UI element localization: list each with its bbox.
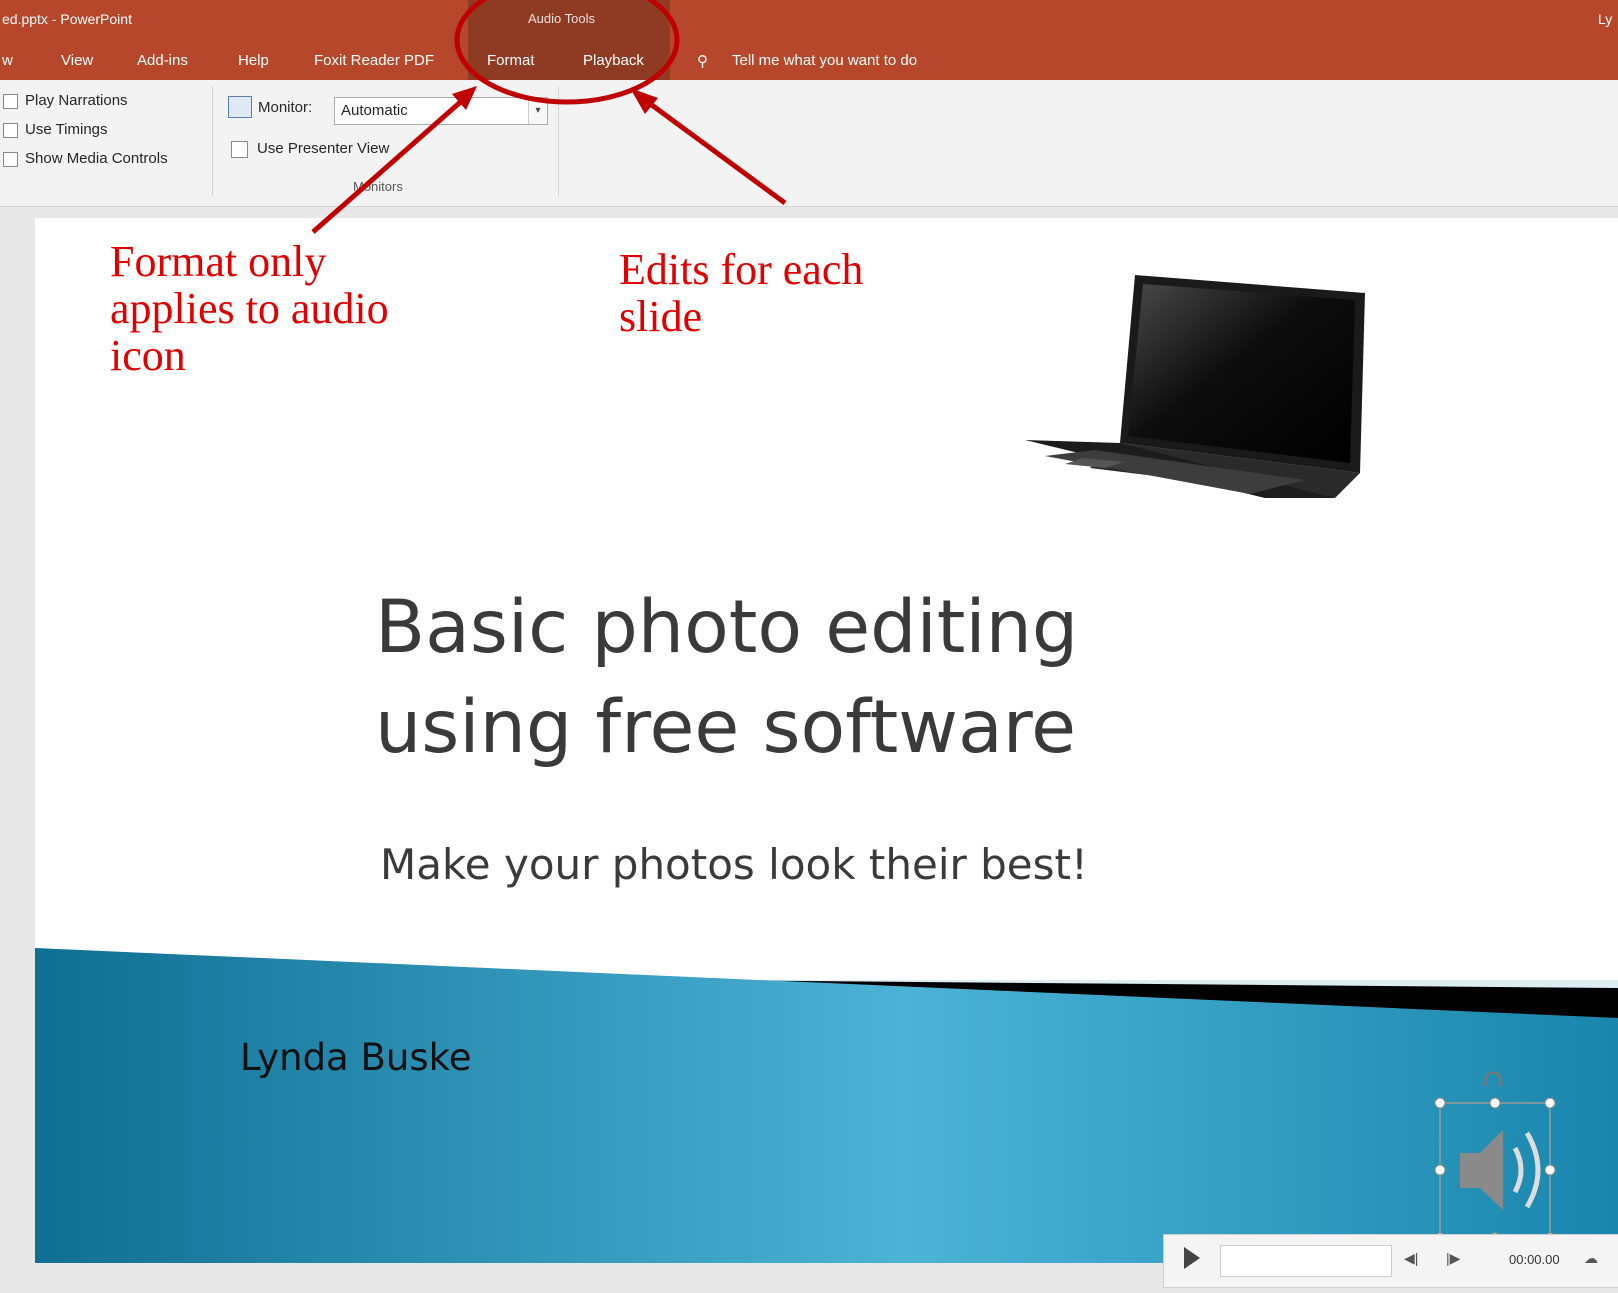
group-divider: [558, 86, 559, 196]
tab-foxit-reader-pdf[interactable]: Foxit Reader PDF: [314, 52, 434, 69]
tab-view[interactable]: View: [61, 52, 93, 69]
presenter-view-checkbox[interactable]: [231, 141, 248, 158]
tab-add-ins[interactable]: Add-ins: [137, 52, 188, 69]
media-progress-track[interactable]: [1220, 1245, 1392, 1277]
user-initials[interactable]: Ly: [1598, 11, 1612, 27]
tab-playback[interactable]: Playback: [583, 52, 644, 69]
tell-me-search[interactable]: Tell me what you want to do: [732, 52, 917, 69]
tab-help[interactable]: Help: [238, 52, 269, 69]
show-media-controls-checkbox[interactable]: [3, 152, 18, 167]
laptop-image: [1025, 275, 1365, 498]
monitor-icon: [228, 96, 252, 118]
media-time: 00:00.00: [1509, 1252, 1560, 1267]
monitor-select[interactable]: Automatic ▾: [334, 97, 548, 125]
monitor-label: Monitor:: [258, 99, 313, 116]
slide-title[interactable]: Basic photo editing using free software: [375, 578, 1375, 778]
group-divider: [212, 86, 213, 196]
play-icon[interactable]: [1184, 1247, 1200, 1269]
ribbon-panel: Play Narrations Use Timings Show Media C…: [0, 80, 1618, 207]
audio-tools-label: Audio Tools: [528, 11, 595, 26]
use-timings-label: Use Timings: [25, 121, 108, 138]
use-timings-checkbox[interactable]: [3, 123, 18, 138]
slide-author[interactable]: Lynda Buske: [240, 1036, 471, 1079]
presenter-view-label: Use Presenter View: [257, 140, 390, 157]
document-title: ed.pptx - PowerPoint: [2, 11, 132, 27]
slide-subtitle[interactable]: Make your photos look their best!: [380, 840, 1088, 889]
skip-forward-icon[interactable]: |▶: [1446, 1250, 1460, 1267]
play-narrations-label: Play Narrations: [25, 92, 128, 109]
monitors-group-label: Monitors: [353, 179, 403, 194]
lightbulb-icon: ⚲: [697, 53, 708, 70]
chevron-down-icon[interactable]: ▾: [528, 98, 547, 124]
volume-icon[interactable]: ☁: [1584, 1250, 1598, 1267]
tab-review-partial[interactable]: w: [2, 52, 13, 69]
play-narrations-checkbox[interactable]: [3, 94, 18, 109]
annotation-playback: Edits for each slide: [619, 245, 864, 341]
annotation-format: Format only applies to audio icon: [110, 237, 389, 380]
title-bar: ed.pptx - PowerPoint Audio Tools Ly: [0, 0, 1618, 42]
tab-format[interactable]: Format: [487, 52, 535, 69]
show-media-controls-label: Show Media Controls: [25, 150, 168, 167]
media-controls-bar: ◀| |▶ 00:00.00 ☁: [1163, 1234, 1618, 1288]
skip-back-icon[interactable]: ◀|: [1404, 1250, 1418, 1267]
monitor-select-value: Automatic: [341, 102, 408, 119]
slide-canvas[interactable]: Format only applies to audio icon Edits …: [35, 218, 1618, 1263]
